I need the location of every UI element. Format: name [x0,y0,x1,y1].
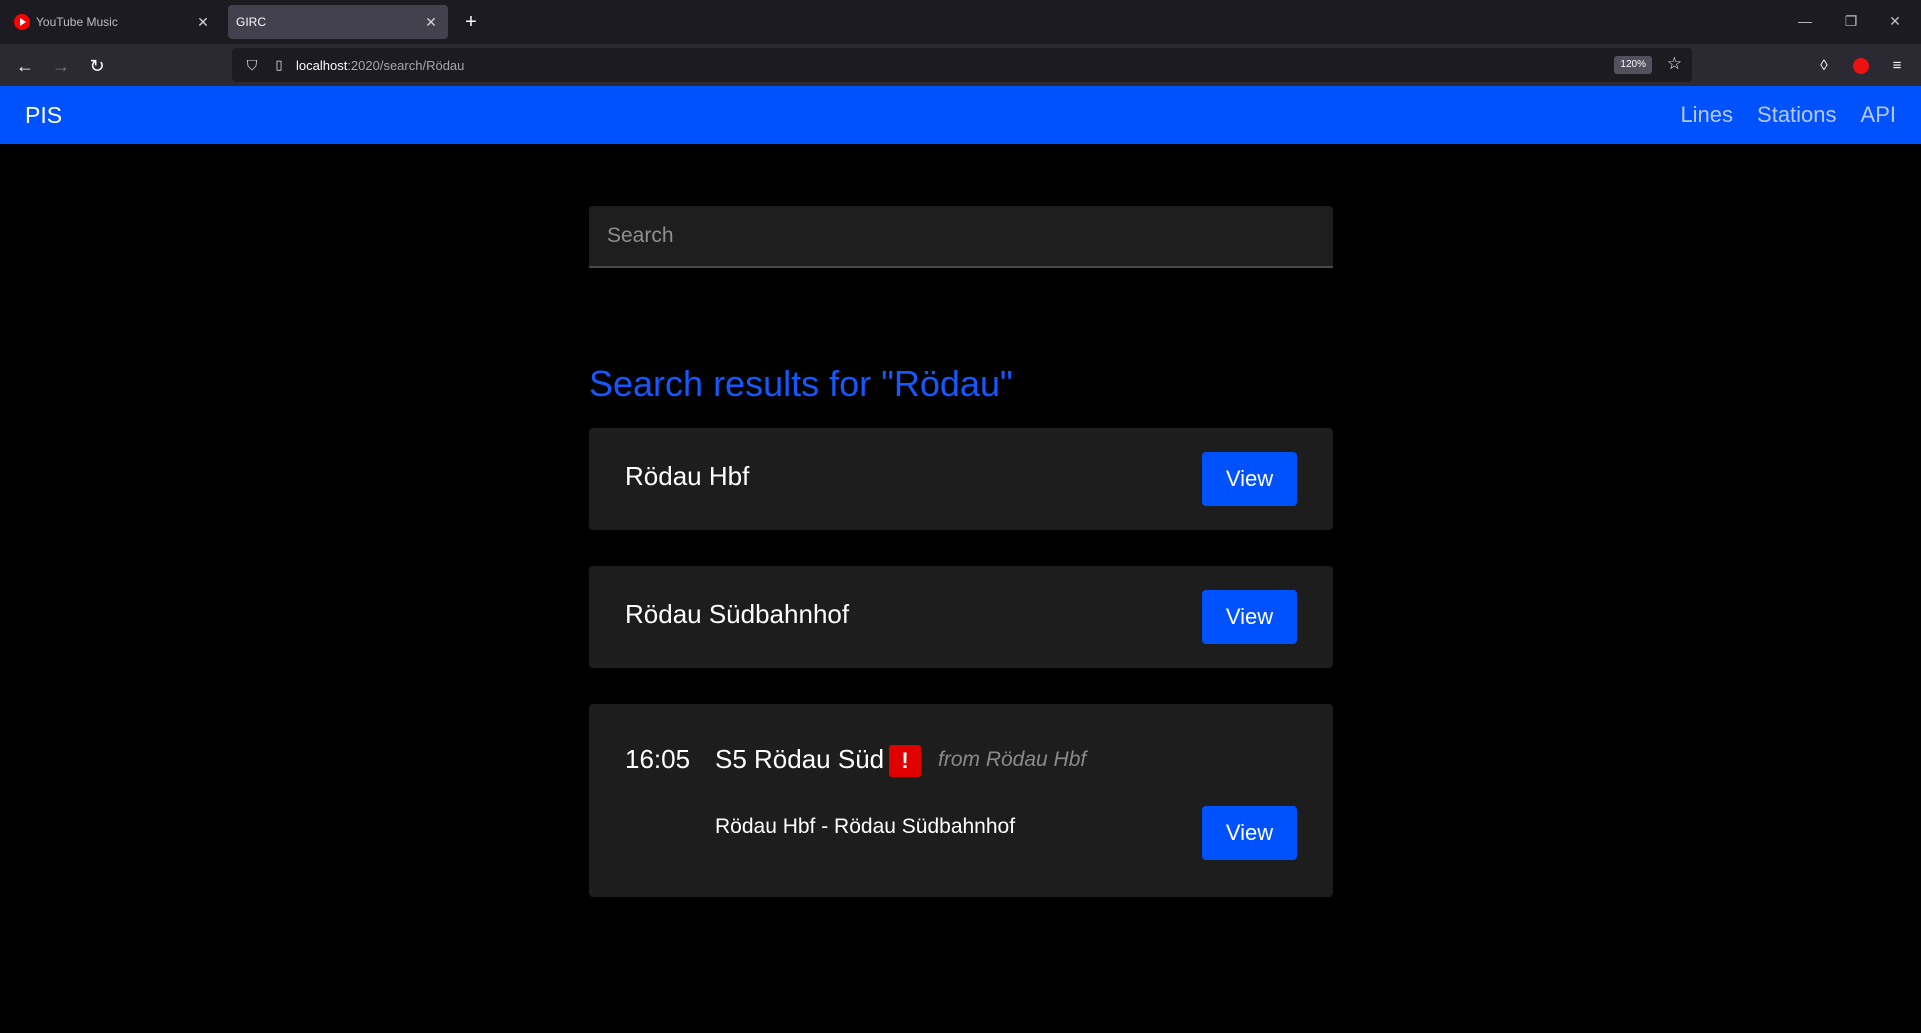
site-navbar: PIS Lines Stations API [0,86,1921,144]
restore-icon[interactable]: ❐ [1836,8,1866,34]
station-name: Rödau Hbf [625,461,750,491]
view-button[interactable]: View [1202,452,1297,506]
window-close-icon[interactable]: ✕ [1880,8,1910,34]
brand-logo[interactable]: PIS [25,102,62,129]
tab-title: YouTube Music [36,15,118,29]
tab-title: GIRC [236,15,266,29]
nav-link-api[interactable]: API [1861,102,1896,128]
minimize-icon[interactable]: — [1790,8,1820,34]
pocket-icon[interactable]: ◊ [1811,53,1837,79]
departure-time: 16:05 [625,744,691,774]
view-button[interactable]: View [1202,590,1297,644]
forward-arrow-icon[interactable]: → [48,53,74,79]
bookmark-star-icon[interactable]: ☆ [1667,54,1682,74]
trip-origin: from Rödau Hbf [938,748,1087,771]
trip-route: Rödau Hbf - Rödau Südbahnhof [715,815,1016,838]
new-tab-button[interactable]: + [458,9,484,35]
close-icon[interactable]: ✕ [192,14,214,31]
nav-link-lines[interactable]: Lines [1680,102,1733,128]
address-bar[interactable]: ⛉ ▯ localhost:2020/search/Rödau 120% ☆ [232,48,1692,82]
nav-links: Lines Stations API [1680,102,1896,128]
reload-icon[interactable]: ↻ [84,53,110,79]
url-text[interactable]: localhost:2020/search/Rödau [296,58,464,73]
nav-link-stations[interactable]: Stations [1757,102,1837,128]
youtube-music-icon [14,14,30,30]
page-icon[interactable]: ▯ [270,57,288,73]
tab-youtube-music[interactable]: YouTube Music ✕ [6,5,220,39]
search-input[interactable] [589,206,1333,268]
extension-icon[interactable] [1853,58,1869,74]
close-icon[interactable]: ✕ [420,14,442,31]
page: PIS Lines Stations API Search results fo… [0,86,1921,1033]
view-button[interactable]: View [1202,806,1297,860]
shield-icon[interactable]: ⛉ [242,57,262,74]
main-content: Search results for "Rödau" Rödau Hbf Vie… [589,206,1333,897]
result-card-station: Rödau Südbahnhof View [589,566,1333,668]
browser-toolbar: ← → ↻ ⛉ ▯ localhost:2020/search/Rödau 12… [0,44,1921,86]
alert-badge: ! [889,745,921,777]
line-name: S5 Rödau Süd [715,744,885,774]
zoom-level[interactable]: 120% [1614,56,1652,74]
tab-girc[interactable]: GIRC ✕ [228,5,448,39]
result-card-station: Rödau Hbf View [589,428,1333,530]
browser-tab-bar: YouTube Music ✕ GIRC ✕ + — ❐ ✕ [0,0,1921,44]
results-title: Search results for "Rödau" [589,363,1013,404]
back-arrow-icon[interactable]: ← [12,53,38,79]
station-name: Rödau Südbahnhof [625,599,850,629]
menu-icon[interactable]: ≡ [1884,53,1910,79]
result-card-trip: 16:05 S5 Rödau Süd ! from Rödau Hbf Röda… [589,704,1333,897]
